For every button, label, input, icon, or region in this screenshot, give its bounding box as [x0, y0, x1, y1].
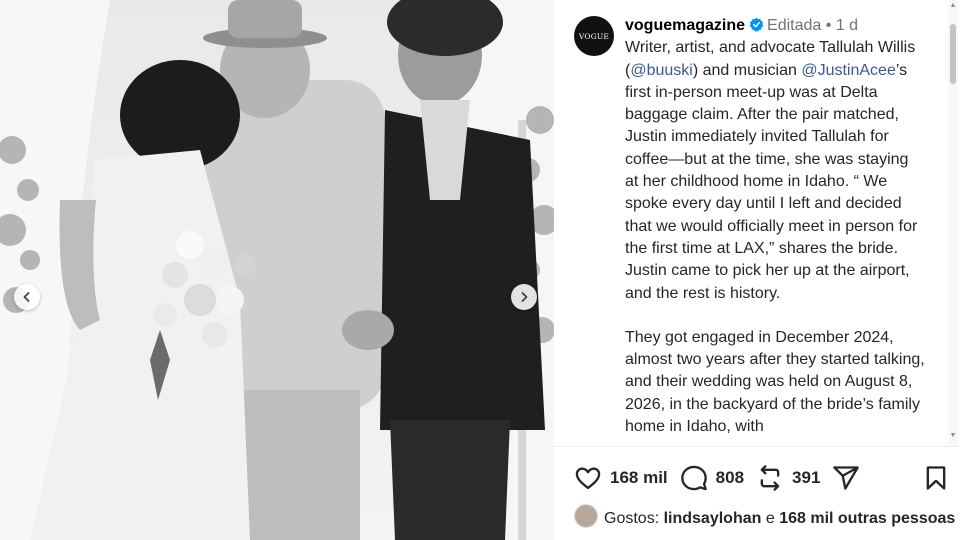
- chevron-left-icon: [23, 292, 30, 302]
- post-details-panel: VOGUE voguemagazine Editada • 1 d Writer, …: [554, 0, 960, 540]
- mention-buuski[interactable]: @buuski: [630, 62, 693, 79]
- chevron-right-icon: [521, 292, 528, 302]
- wedding-photo-illustration: [0, 0, 554, 540]
- repost-button[interactable]: 391: [756, 464, 820, 492]
- actions-divider: [554, 446, 960, 447]
- liker-username[interactable]: lindsaylohan: [664, 510, 762, 527]
- caption-paragraph-1: voguemagazine Editada • 1 d Writer, artist…: [625, 15, 925, 305]
- likes-summary: Gostos: lindsaylohan e 168 mil outras pe…: [574, 504, 955, 528]
- scroll-up-arrow-icon[interactable]: ▲: [949, 2, 957, 9]
- repost-icon: [760, 465, 780, 491]
- comment-bubble-icon: [680, 465, 707, 491]
- caption-text-rest: ’s first in-person meet-up was at Delta …: [625, 61, 918, 302]
- post-photo[interactable]: [0, 0, 554, 540]
- post-caption: voguemagazine Editada • 1 d Writer, artist…: [625, 15, 925, 438]
- like-button[interactable]: 168 mil: [574, 464, 668, 492]
- liker-avatar[interactable]: [574, 504, 598, 528]
- send-icon: [833, 466, 860, 490]
- post-actions-bar: 168 mil 808 391: [574, 460, 872, 496]
- author-username[interactable]: voguemagazine: [625, 17, 745, 34]
- comment-button[interactable]: 808: [680, 464, 744, 492]
- likes-others[interactable]: 168 mil outras pessoas: [779, 510, 955, 527]
- verified-badge-icon: [749, 17, 764, 32]
- comment-count[interactable]: 808: [716, 468, 744, 488]
- previous-photo-button[interactable]: [14, 284, 40, 310]
- author-avatar[interactable]: VOGUE: [574, 16, 614, 56]
- like-count[interactable]: 168 mil: [610, 468, 668, 488]
- caption-scrollbar[interactable]: ▲ ▼: [948, 0, 958, 446]
- save-button[interactable]: [922, 464, 950, 497]
- repost-count[interactable]: 391: [792, 468, 820, 488]
- share-button[interactable]: [832, 464, 860, 492]
- scroll-down-arrow-icon[interactable]: ▼: [949, 432, 957, 439]
- post-time[interactable]: 1 d: [836, 17, 858, 34]
- scrollbar-thumb[interactable]: [950, 24, 956, 84]
- bookmark-icon: [926, 466, 946, 490]
- caption-text-mid: ) and musician: [692, 61, 802, 79]
- heart-icon: [575, 467, 601, 490]
- avatar-logo-text: VOGUE: [578, 31, 610, 41]
- edited-label: Editada: [767, 17, 822, 34]
- likes-connector: e: [765, 510, 775, 527]
- next-photo-button[interactable]: [511, 284, 537, 310]
- meta-separator: •: [825, 17, 832, 34]
- caption-paragraph-2: They got engaged in December 2024, almos…: [625, 328, 925, 436]
- mention-justinacee[interactable]: @JustinAcee: [801, 62, 896, 79]
- likes-prefix: Gostos:: [604, 510, 660, 527]
- caption-area[interactable]: VOGUE voguemagazine Editada • 1 d Writer, …: [554, 0, 944, 446]
